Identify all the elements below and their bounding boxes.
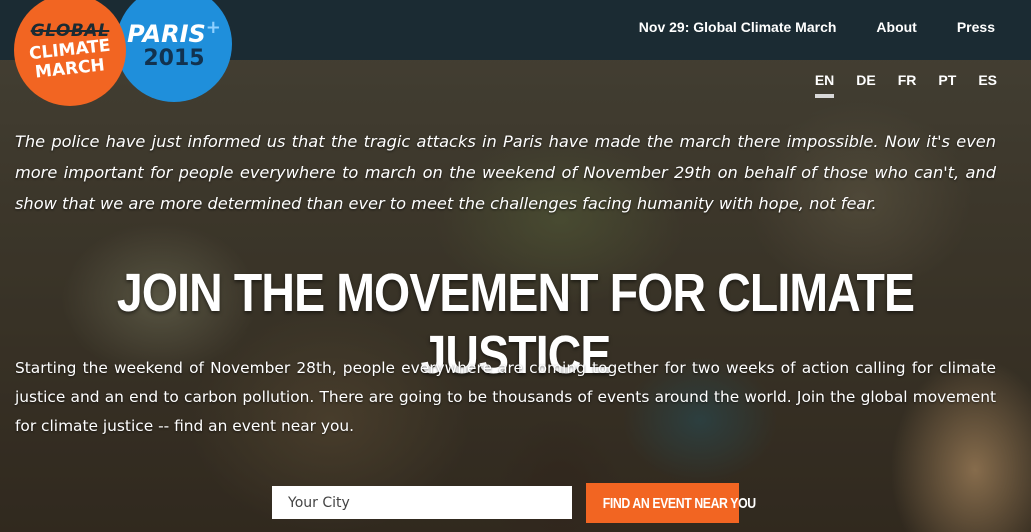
lang-de[interactable]: DE [856, 72, 875, 98]
nav-link-about[interactable]: About [876, 19, 916, 35]
lang-es[interactable]: ES [978, 72, 997, 98]
city-search-input[interactable] [272, 486, 572, 519]
find-event-button[interactable]: FIND AN EVENT NEAR YOU [586, 483, 756, 523]
paris-logo-line1: PARIS+ [127, 16, 221, 48]
lang-en[interactable]: EN [814, 72, 835, 98]
paris-notice: The police have just informed us that th… [15, 132, 996, 213]
find-event-button-label: FIND AN EVENT NEAR YOU [602, 494, 756, 512]
logo-text-march: MARCH [34, 54, 106, 83]
lang-pt[interactable]: PT [938, 72, 956, 98]
nav-link-press[interactable]: Press [957, 19, 995, 35]
lang-fr[interactable]: FR [898, 72, 917, 98]
main-nav: Nov 29: Global Climate March About Press [639, 0, 995, 54]
intro-paragraph: Starting the weekend of November 28th, p… [15, 359, 996, 435]
language-switcher: EN DE FR PT ES [814, 72, 997, 98]
nav-link-global-climate-march[interactable]: Nov 29: Global Climate March [639, 19, 837, 35]
paris-logo-line2: 2015 [143, 45, 205, 71]
